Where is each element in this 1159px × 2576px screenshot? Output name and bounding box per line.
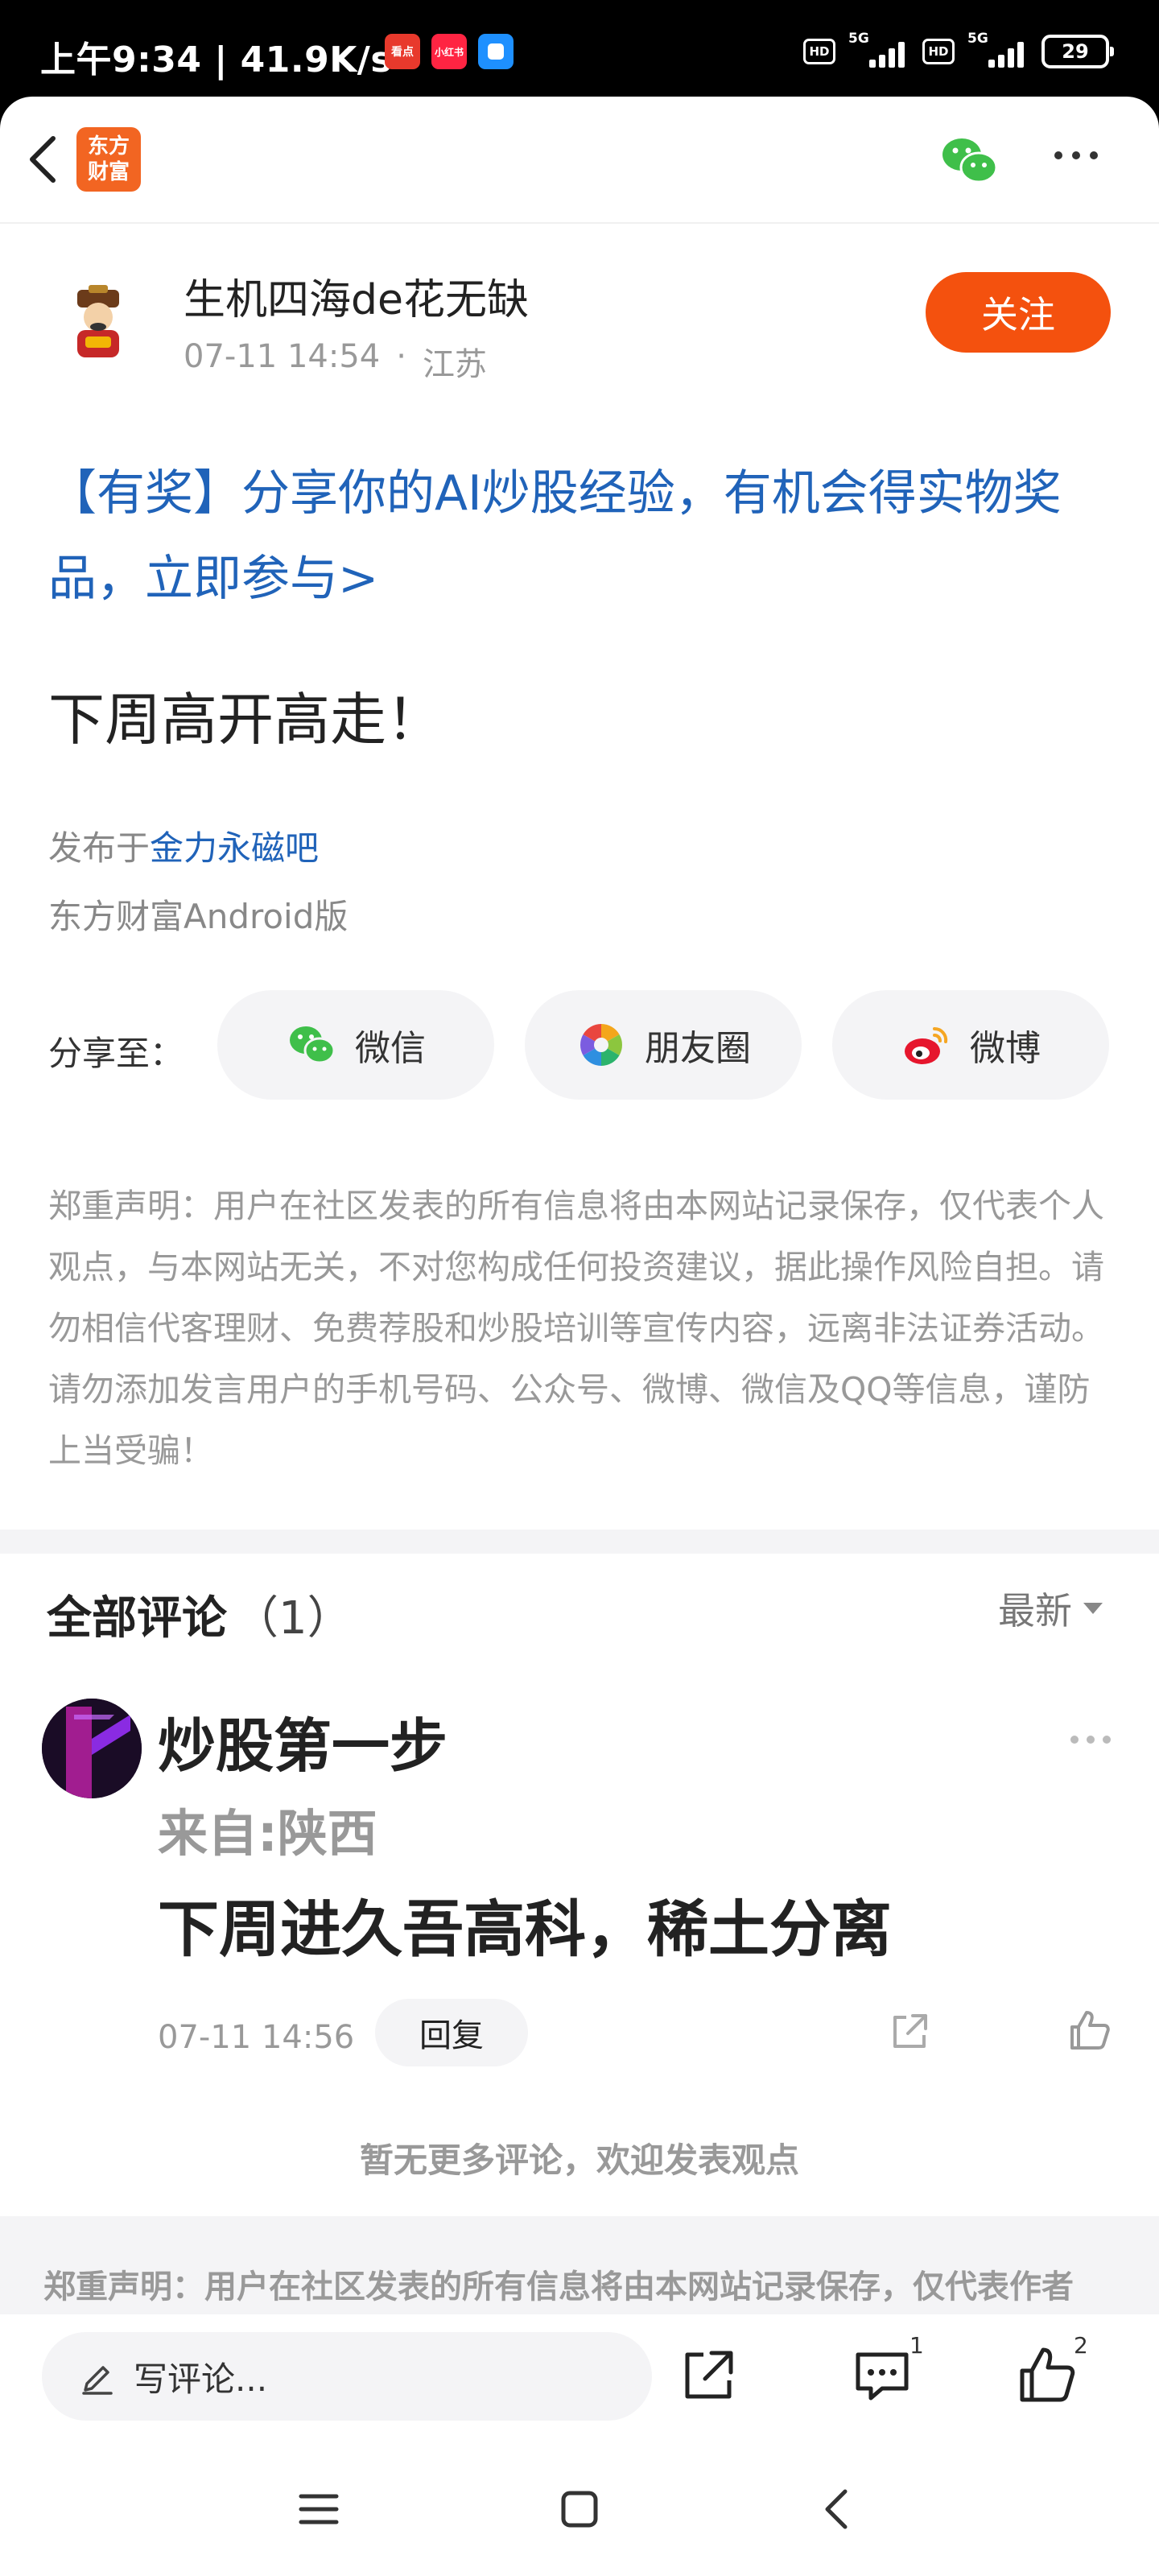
post-title: 下周高开高走！: [48, 687, 443, 753]
share-label: 分享至：: [48, 1034, 184, 1073]
top-nav-bar: 东方 财富: [0, 97, 1159, 224]
share-moments-label: 朋友圈: [645, 1028, 751, 1069]
post-time: 07-11 14:54: [184, 338, 381, 375]
post-disclaimer: 郑重声明：用户在社区发表的所有信息将由本网站记录保存，仅代表个人观点，与本网站无…: [48, 1187, 1104, 1470]
post-source: 发布于金力永磁吧: [48, 821, 319, 870]
battery-icon: 29: [1041, 35, 1114, 68]
comment-icon[interactable]: [850, 2343, 914, 2408]
back-icon[interactable]: [813, 2483, 864, 2535]
author-name[interactable]: 生机四海de花无缺: [184, 266, 529, 326]
source-bar-link[interactable]: 金力永磁吧: [150, 828, 319, 868]
meta-separator: ·: [396, 338, 406, 375]
pencil-icon: [82, 2366, 113, 2395]
status-time: 上午9:34 | 41.9K/s: [40, 39, 393, 80]
share-wechat-label: 微信: [355, 1028, 426, 1069]
like-count-badge: 2: [1074, 2332, 1088, 2359]
no-more-comments: 暂无更多评论，欢迎发表观点: [359, 2140, 799, 2180]
reply-button[interactable]: 回复: [375, 1999, 528, 2066]
comments-title: 全部评论 （1）: [47, 1592, 353, 1645]
page-sheet: 东方 财富 生机四海de花无缺 07-11 14:54 · 江苏 关注 【有奖】…: [0, 97, 1159, 2576]
weibo-icon: [905, 1026, 948, 1064]
share-wechat-button[interactable]: 微信: [217, 990, 494, 1100]
comment-count-badge: 1: [909, 2332, 924, 2359]
source-prefix: 发布于: [48, 828, 151, 868]
bottom-action-bar: 写评论... 1 2: [0, 2314, 1159, 2451]
share-moments-button[interactable]: 朋友圈: [525, 990, 802, 1100]
follow-button[interactable]: 关注: [926, 272, 1111, 353]
write-comment-input[interactable]: 写评论...: [42, 2332, 652, 2421]
caret-down-icon: [1083, 1603, 1103, 1614]
wechat-icon[interactable]: [938, 130, 1000, 190]
blue-app-icon: [478, 34, 514, 69]
sort-label: 最新: [998, 1589, 1072, 1633]
share-weibo-label: 微博: [970, 1028, 1041, 1069]
more-options-icon[interactable]: [1054, 151, 1098, 159]
xiaohongshu-app-icon: 小红书: [431, 34, 467, 69]
status-indicators: HD 5G HD 5G 29: [803, 31, 1114, 71]
like-icon[interactable]: [1016, 2343, 1080, 2408]
system-nav-bar: [0, 2451, 1159, 2576]
signal-icon-2: 5G: [967, 31, 1029, 71]
share-icon[interactable]: [676, 2343, 740, 2408]
home-icon[interactable]: [554, 2483, 605, 2535]
comment-more-icon[interactable]: [1070, 1736, 1111, 1744]
comment-time: 07-11 14:56: [158, 2019, 355, 2056]
write-comment-placeholder: 写评论...: [134, 2359, 268, 2399]
back-arrow-icon[interactable]: [18, 129, 74, 190]
author-meta: 07-11 14:54 · 江苏: [184, 338, 487, 385]
commenter-name[interactable]: 炒股第一步: [158, 1699, 448, 1783]
section-divider: [0, 1530, 1159, 1554]
commenter-location: 来自:陕西: [158, 1804, 377, 1863]
promo-link[interactable]: 【有奖】分享你的AI炒股经验，有机会得实物奖品，立即参与>: [48, 451, 1095, 621]
status-bar: 上午9:34 | 41.9K/s 看点 小红书 HD 5G HD 5G 29: [0, 0, 1159, 101]
comment-like-icon[interactable]: [1067, 2008, 1112, 2053]
comments-count: （1）: [233, 1592, 353, 1645]
comment-share-icon[interactable]: [889, 2011, 930, 2053]
signal-icon: 5G: [848, 31, 909, 71]
status-app-icons: 看点 小红书: [385, 34, 514, 69]
moments-icon: [580, 1024, 622, 1066]
sort-dropdown[interactable]: 最新: [998, 1582, 1103, 1635]
post-client: 东方财富Android版: [48, 897, 349, 936]
eastmoney-logo[interactable]: 东方 财富: [76, 127, 141, 192]
share-weibo-button[interactable]: 微博: [832, 990, 1109, 1100]
news-app-icon: 看点: [385, 34, 420, 69]
hd-icon-2: HD: [922, 39, 955, 64]
hd-icon: HD: [803, 39, 835, 64]
author-avatar[interactable]: [53, 280, 143, 370]
wechat-icon: [290, 1026, 336, 1064]
menu-icon[interactable]: [293, 2483, 344, 2535]
comment-text: 下周进久吾高科，稀土分离: [158, 1893, 892, 1965]
post-location: 江苏: [422, 346, 487, 383]
commenter-avatar[interactable]: [42, 1699, 142, 1798]
